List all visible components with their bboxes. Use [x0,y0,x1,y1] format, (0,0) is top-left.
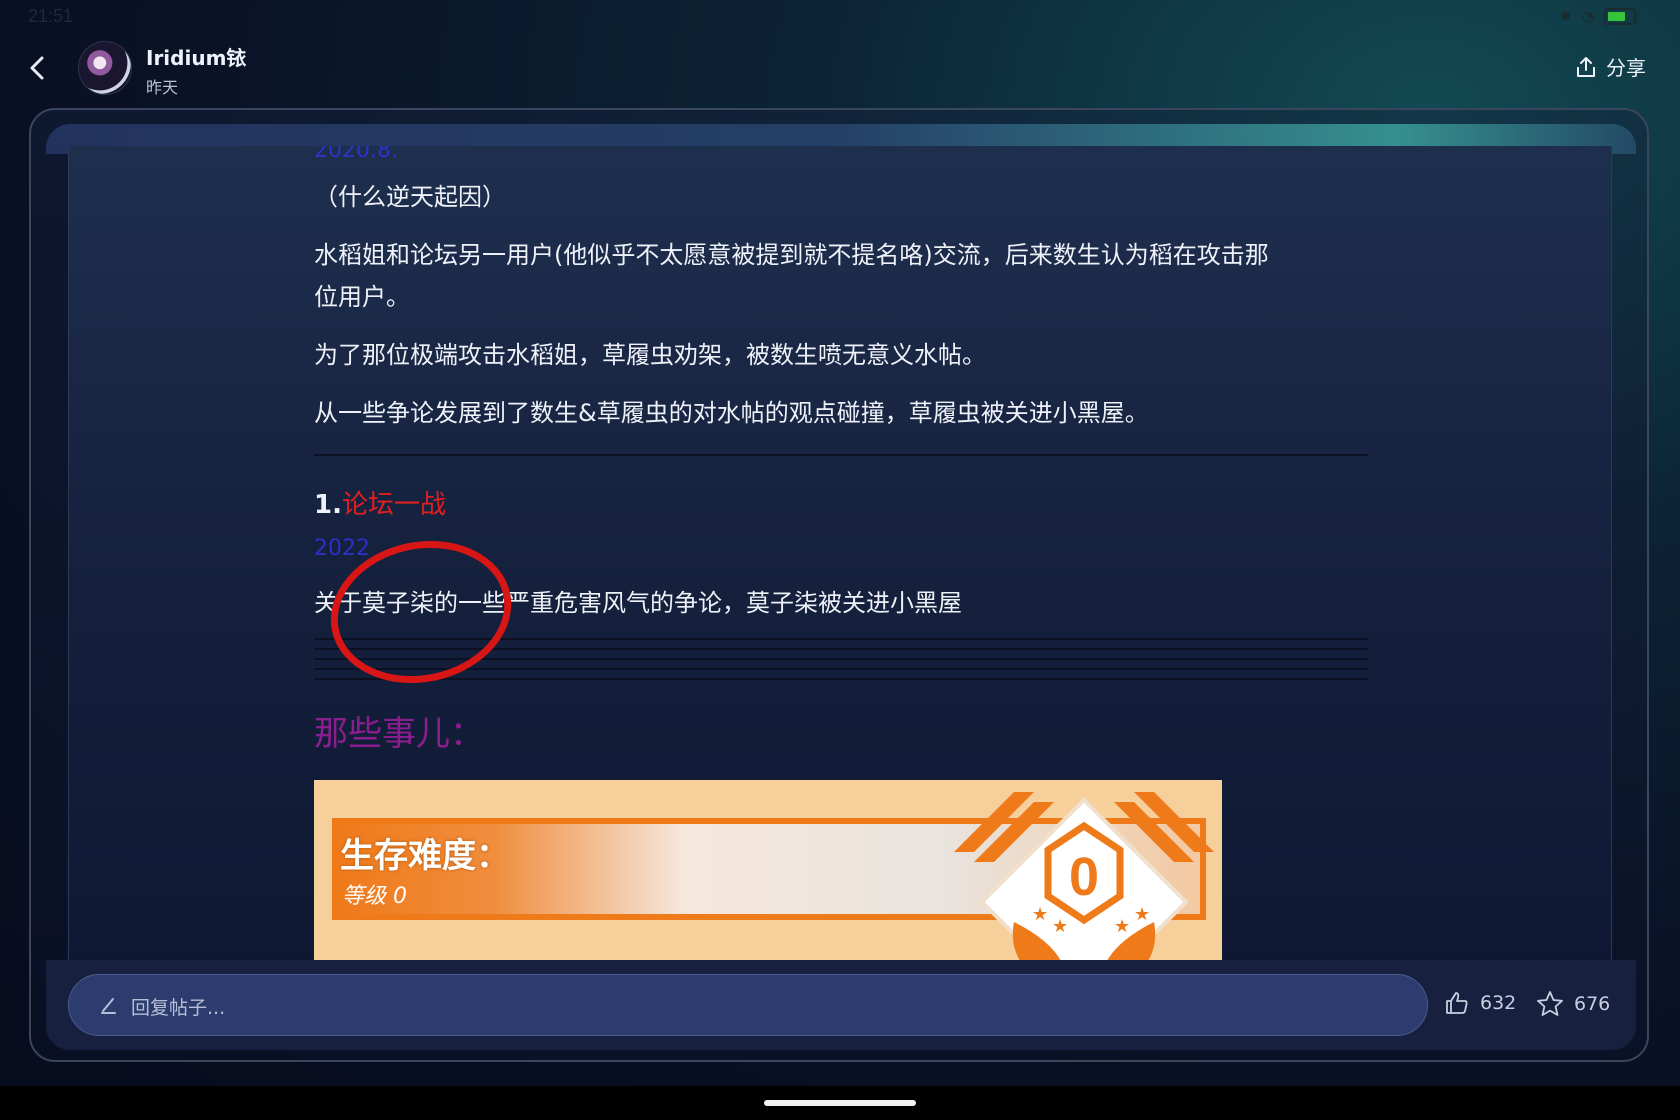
reply-input[interactable]: 回复帖子... [68,974,1428,1036]
section-date-cut: 2020.8. [314,146,398,163]
banner-subtitle: 等级 0 [342,884,407,909]
bluetooth-icon: ✱ [1560,8,1572,25]
favorite-button[interactable]: 676 [1536,990,1610,1018]
svg-text:★: ★ [1134,904,1150,925]
paragraph: 水稻姐和论坛另一用户(他似乎不太愿意被提到就不提名咯)交流，后来数生认为稻在攻击… [314,241,1269,269]
paragraph: （什么逆天起因） [314,183,506,211]
status-bar: 21:51 ✱ ◔ [0,0,1680,34]
avatar[interactable] [78,41,132,95]
chevron-left-icon [30,56,44,80]
status-icons: ✱ ◔ [1560,8,1636,25]
purple-heading: 那些事儿： [314,714,484,754]
thumbs-up-icon [1446,992,1468,1014]
svg-text:★: ★ [1032,904,1048,925]
section-title: 论坛一战 [341,490,446,520]
share-button[interactable]: 分享 [1574,52,1646,81]
paragraph: 关于莫子柒的一些严重危害风气的争论，莫子柒被关进小黑屋 [314,589,962,617]
wifi-icon: ◔ [1581,8,1594,25]
paragraph: 从一些争论发展到了数生&草履虫的对水帖的观点碰撞，草履虫被关进小黑屋。 [314,399,1149,427]
paragraph: 为了那位极端攻击水稻姐，草履虫劝架，被数生喷无意义水帖。 [314,341,986,369]
reply-placeholder: 回复帖子... [131,997,226,1019]
level-badge-icon: 0 ★ ★ ★ ★ [954,792,1214,962]
badge-value: 0 [1069,847,1099,907]
battery-icon [1604,8,1636,25]
home-indicator[interactable] [764,1100,916,1106]
divider [314,454,1368,456]
author-name[interactable]: Iridium铱 [146,42,246,71]
section-date: 2022 [314,536,370,561]
post-header: Iridium铱 昨天 分享 [0,34,1680,106]
like-count: 632 [1480,992,1517,1014]
divider [314,668,1368,670]
post-time: 昨天 [146,78,179,97]
banner-title: 生存难度： [340,836,510,876]
svg-text:★: ★ [1114,916,1130,937]
status-time: 21:51 [28,6,74,26]
share-label: 分享 [1606,56,1646,80]
pencil-icon [101,998,116,1014]
difficulty-banner-image[interactable]: 生存难度： 等级 0 0 ★ ★ ★ ★ [314,780,1222,962]
back-button[interactable] [26,54,54,82]
favorite-count: 676 [1574,993,1611,1015]
post-content[interactable]: 2020.8. （什么逆天起因） 水稻姐和论坛另一用户(他似乎不太愿意被提到就不… [68,146,1612,962]
section-number: 1. [314,490,342,520]
svg-text:★: ★ [1052,916,1068,937]
like-button[interactable]: 632 [1444,990,1516,1016]
divider [314,638,1368,640]
star-icon [1537,991,1563,1016]
divider [314,678,1368,680]
section-heading: 1.论坛一战 [314,484,446,521]
share-icon [1577,56,1595,77]
divider [314,658,1368,660]
divider [314,648,1368,650]
paragraph: 位用户。 [314,283,410,311]
